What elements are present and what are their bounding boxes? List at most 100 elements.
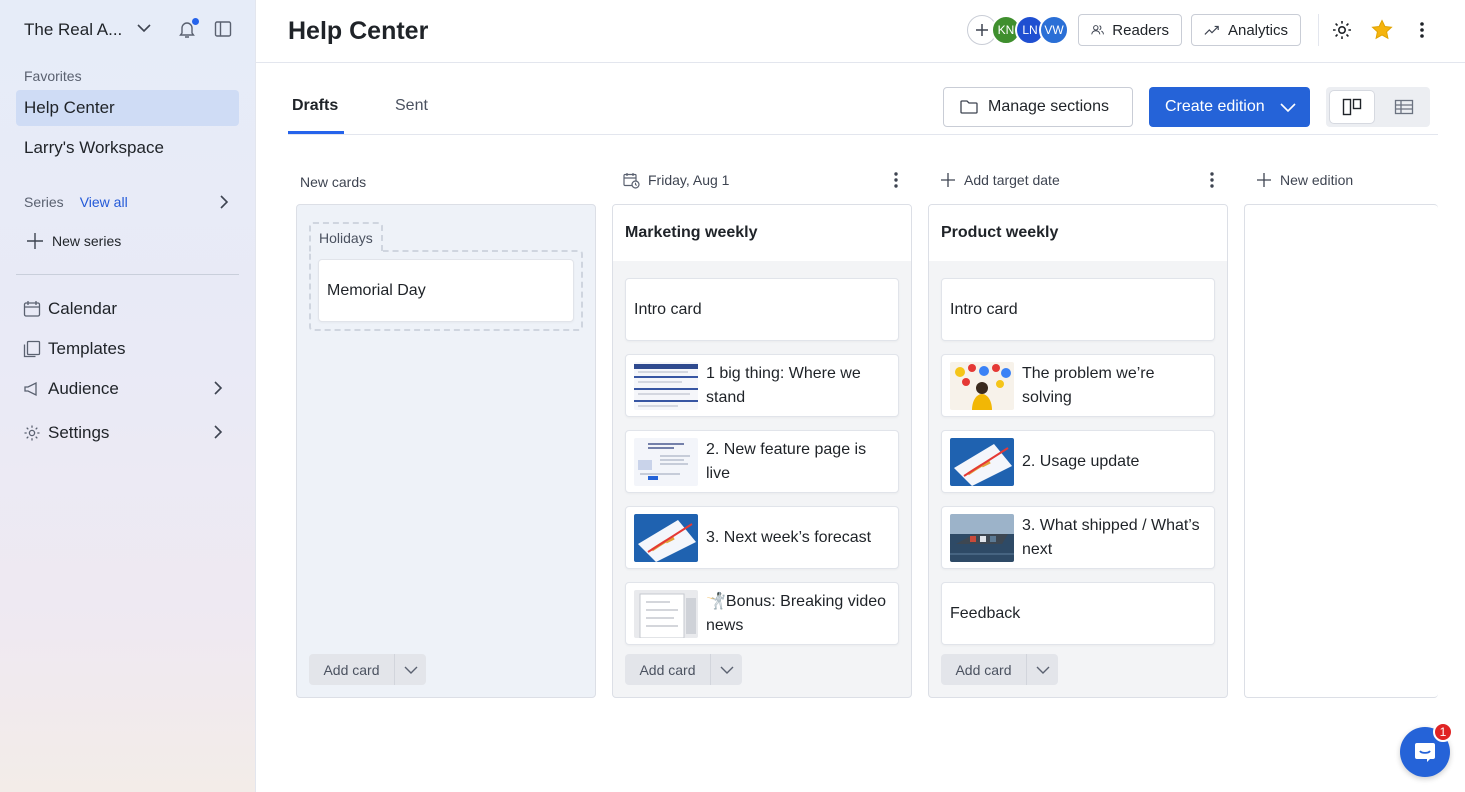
board-view-icon[interactable]	[1330, 91, 1374, 123]
sidebar-item-label: Calendar	[48, 299, 117, 318]
edition-date-label: Friday, Aug 1	[648, 172, 730, 188]
templates-icon	[22, 339, 42, 359]
document-thumbnail	[634, 589, 698, 638]
card-bonus[interactable]: 🤺Bonus: Breaking video news	[625, 582, 899, 645]
edition-title[interactable]: Marketing weekly	[613, 205, 911, 261]
chevron-down-icon[interactable]	[711, 654, 742, 685]
header-divider	[1318, 14, 1319, 46]
view-all-link[interactable]: View all	[80, 194, 128, 210]
sidebar-item-help-center[interactable]: Help Center	[16, 90, 239, 126]
analytics-button[interactable]: Analytics	[1191, 14, 1301, 46]
more-vertical-icon[interactable]	[1410, 18, 1434, 42]
new-edition-label: New edition	[1280, 172, 1354, 188]
webpage-thumbnail	[634, 437, 698, 486]
trend-up-icon	[1204, 25, 1219, 35]
workspace-name: The Real A...	[24, 20, 123, 39]
holidays-group-label[interactable]: Holidays	[309, 222, 383, 252]
create-edition-label: Create edition	[1165, 98, 1265, 115]
gear-icon[interactable]	[1330, 18, 1354, 42]
new-edition-column[interactable]	[1244, 204, 1438, 698]
new-cards-header: New cards	[300, 174, 367, 190]
chevron-right-icon[interactable]	[218, 194, 230, 213]
card-what-shipped[interactable]: 3. What shipped / What’s next	[941, 506, 1215, 569]
add-card-button[interactable]: Add card	[941, 654, 1058, 685]
page-title: Help Center	[288, 17, 429, 45]
chat-icon	[1415, 743, 1435, 762]
card-problem[interactable]: The problem we’re solving	[941, 354, 1215, 417]
manage-sections-label: Manage sections	[988, 98, 1109, 115]
edition-column-product: Product weekly Intro card The problem we…	[928, 204, 1228, 698]
chevron-down-icon[interactable]	[136, 20, 152, 41]
plus-icon	[1257, 173, 1271, 187]
new-series-label: New series	[52, 233, 122, 249]
edition-column-marketing: Marketing weekly Intro card 1 big thing:…	[612, 204, 912, 698]
series-label: Series	[24, 194, 64, 210]
gear-icon	[22, 423, 42, 443]
add-card-label[interactable]: Add card	[309, 654, 395, 685]
card-title: 3. Next week’s forecast	[706, 528, 872, 546]
sidebar-item-calendar[interactable]: Calendar	[22, 297, 228, 321]
card-forecast[interactable]: 3. Next week’s forecast	[625, 506, 899, 569]
card-title: Intro card	[950, 300, 1018, 318]
chart-thumbnail	[634, 513, 698, 562]
sidebar-toggle-icon[interactable]	[214, 20, 232, 43]
page-header: Help Center KN LN VW Readers Analytics	[256, 0, 1465, 63]
sidebar-item-audience[interactable]: Audience	[22, 377, 228, 401]
more-vertical-icon[interactable]	[1202, 170, 1222, 190]
star-icon[interactable]	[1370, 18, 1394, 42]
chart-thumbnail	[950, 437, 1014, 486]
add-target-date-label: Add target date	[964, 172, 1060, 188]
table-view-icon[interactable]	[1382, 91, 1426, 123]
card-big-thing[interactable]: 1 big thing: Where we stand	[625, 354, 899, 417]
analytics-label: Analytics	[1227, 21, 1288, 39]
sidebar-item-label: Templates	[48, 339, 126, 358]
card-intro[interactable]: Intro card	[625, 278, 899, 341]
avatar[interactable]: VW	[1039, 15, 1069, 45]
card-title: Memorial Day	[327, 281, 426, 299]
workspace-switcher[interactable]: The Real A...	[24, 18, 236, 42]
more-vertical-icon[interactable]	[886, 170, 906, 190]
edition-date[interactable]: Friday, Aug 1	[623, 170, 729, 190]
users-icon	[1091, 25, 1104, 35]
card-title: 3. What shipped / What’s next	[1022, 516, 1200, 558]
sidebar-item-settings[interactable]: Settings	[22, 421, 228, 445]
edition-title[interactable]: Product weekly	[929, 205, 1227, 261]
tab-sent[interactable]: Sent	[395, 97, 428, 115]
plus-icon	[941, 173, 955, 187]
add-card-label[interactable]: Add card	[625, 654, 711, 685]
tab-drafts[interactable]: Drafts	[292, 97, 338, 115]
folder-icon	[960, 100, 978, 114]
view-toggle	[1326, 87, 1430, 127]
card-usage[interactable]: 2. Usage update	[941, 430, 1215, 493]
emoji-reactions-thumbnail	[950, 361, 1014, 410]
sidebar: The Real A... Favorites Help Center Larr…	[0, 0, 256, 792]
calendar-clock-icon	[623, 172, 640, 189]
chevron-down-icon[interactable]	[395, 654, 426, 685]
manage-sections-button[interactable]: Manage sections	[943, 87, 1133, 127]
card-title: 2. Usage update	[1022, 452, 1140, 470]
plus-icon	[976, 24, 988, 36]
chevron-right-icon	[212, 380, 224, 401]
card-title: Intro card	[634, 300, 702, 318]
card-intro[interactable]: Intro card	[941, 278, 1215, 341]
add-card-button[interactable]: Add card	[625, 654, 742, 685]
ship-thumbnail	[950, 513, 1014, 562]
create-edition-button[interactable]: Create edition	[1149, 87, 1310, 127]
readers-button[interactable]: Readers	[1078, 14, 1182, 46]
card-title: The problem we’re solving	[1022, 364, 1155, 406]
add-card-label[interactable]: Add card	[941, 654, 1027, 685]
card-title: 1 big thing: Where we stand	[706, 364, 861, 406]
card-feature-page[interactable]: 2. New feature page is live	[625, 430, 899, 493]
card-memorial-day[interactable]: Memorial Day	[318, 259, 574, 322]
chevron-down-icon[interactable]	[1027, 654, 1058, 685]
plus-icon	[27, 233, 43, 249]
new-series-button[interactable]: New series	[26, 232, 121, 250]
card-title: 2. New feature page is live	[706, 440, 867, 482]
new-edition-button[interactable]: New edition	[1256, 170, 1353, 190]
readers-label: Readers	[1112, 21, 1169, 39]
add-target-date-button[interactable]: Add target date	[940, 170, 1060, 190]
add-card-button[interactable]: Add card	[309, 654, 426, 685]
card-feedback[interactable]: Feedback	[941, 582, 1215, 645]
sidebar-item-larrys-workspace[interactable]: Larry's Workspace	[16, 130, 239, 166]
sidebar-item-templates[interactable]: Templates	[22, 337, 228, 361]
